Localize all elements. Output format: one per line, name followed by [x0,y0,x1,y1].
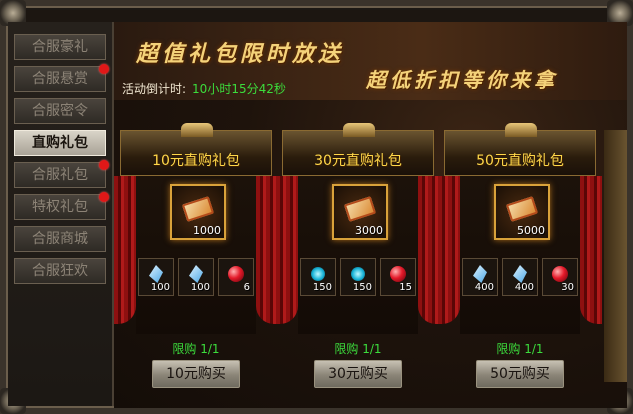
sidebar-item-merge-bounty[interactable]: 合服悬赏 [14,64,109,92]
sidebar-item-direct-purchase[interactable]: 直购礼包 [14,130,106,156]
promo-banner: 超值礼包限时放送 超低折扣等你来拿 活动倒计时: 10小时15分42秒 [114,22,627,100]
card-body: 1000 100 100 6 [136,176,256,334]
sidebar-item-merge-shop[interactable]: 合服商城 [14,226,106,252]
main-item-slot[interactable]: 1000 [170,184,226,240]
item-quantity: 400 [514,282,534,293]
curtain-decoration [276,176,298,324]
pack-title: 50元直购礼包 [476,153,564,169]
item-quantity: 6 [243,282,250,293]
purchase-limit: 限购 1/1 [496,342,544,356]
notification-dot [99,192,109,202]
sidebar-item-label: 直购礼包 [32,135,88,151]
item-quantity: 150 [352,282,372,293]
gift-pack-card: 30元直购礼包 3000 150 150 15 限购 1/1 30元购买 [276,123,440,388]
reward-item-slot[interactable]: 150 [340,258,376,296]
blue-crystal-icon [473,265,487,283]
notification-dot [99,64,109,74]
curtain-decoration [438,176,460,324]
sidebar-item-label: 合服礼包 [32,167,88,183]
sidebar-item-merge-order[interactable]: 合服密令 [14,98,106,124]
blue-crystal-icon [189,265,203,283]
teal-orb-icon [311,267,325,281]
sidebar-item-label: 合服悬赏 [32,71,88,87]
sidebar-item-merge-carnival[interactable]: 合服狂欢 [14,258,106,284]
reward-item-slot[interactable]: 400 [502,258,538,296]
red-orb-icon [228,266,244,282]
buy-button[interactable]: 30元购买 [314,360,402,388]
gold-ticket-icon [505,196,539,222]
gold-ticket-icon [181,196,215,222]
main-panel: 超值礼包限时放送 超低折扣等你来拿 活动倒计时: 10小时15分42秒 10元直购… [114,22,627,408]
purchase-limit: 限购 1/1 [334,342,382,356]
sidebar-item-label: 合服狂欢 [32,263,88,279]
card-body: 3000 150 150 15 [298,176,418,334]
item-quantity: 150 [312,282,332,293]
sidebar-item-label: 合服豪礼 [32,39,88,55]
reward-item-slot[interactable]: 150 [300,258,336,296]
purchase-limit: 限购 1/1 [172,342,220,356]
banner-subtitle: 超低折扣等你来拿 [366,68,558,92]
pack-title: 10元直购礼包 [152,153,240,169]
gift-pack-card: 50元直购礼包 5000 400 400 30 限购 1/1 50元购买 [438,123,602,388]
sidebar-item-label: 合服商城 [32,231,88,247]
gold-ticket-icon [343,196,377,222]
gift-pack-card: 10元直购礼包 1000 100 100 6 限购 1/1 10元购买 [114,123,278,388]
reward-item-slot[interactable]: 15 [380,258,416,296]
notification-dot [99,160,109,170]
buy-button[interactable]: 50元购买 [476,360,564,388]
blue-crystal-icon [513,265,527,283]
blue-crystal-icon [149,265,163,283]
reward-item-slot[interactable]: 30 [542,258,578,296]
sidebar-item-merge-pack[interactable]: 合服礼包 [14,160,109,188]
crest-ornament [505,123,537,137]
red-orb-icon [552,266,568,282]
pack-title: 30元直购礼包 [314,153,402,169]
item-quantity: 15 [399,282,412,293]
curtain-decoration [114,176,136,324]
reward-item-slot[interactable]: 100 [138,258,174,296]
countdown-label: 活动倒计时: [122,82,187,96]
reward-item-slot[interactable]: 100 [178,258,214,296]
item-quantity: 400 [474,282,494,293]
sidebar: 合服豪礼 合服悬赏 合服密令 直购礼包 合服礼包 特权礼包 合服商城 合服狂欢 [8,22,114,406]
item-quantity: 100 [190,282,210,293]
buy-button[interactable]: 10元购买 [152,360,240,388]
crest-ornament [343,123,375,137]
sidebar-item-merge-gift[interactable]: 合服豪礼 [14,34,106,60]
reward-item-slot[interactable]: 6 [218,258,254,296]
item-quantity: 3000 [355,224,383,237]
card-body: 5000 400 400 30 [460,176,580,334]
sidebar-item-privilege-pack[interactable]: 特权礼包 [14,192,109,220]
curtain-decoration [418,176,440,324]
crest-ornament [181,123,213,137]
countdown-value: 10小时15分42秒 [192,82,286,96]
item-quantity: 100 [150,282,170,293]
curtain-decoration [580,176,602,324]
item-quantity: 30 [561,282,574,293]
item-quantity: 5000 [517,224,545,237]
teal-orb-icon [351,267,365,281]
banner-title: 超值礼包限时放送 [136,41,345,67]
curtain-decoration [256,176,278,324]
red-orb-icon [390,266,406,282]
next-card-edge [604,130,627,382]
sidebar-item-label: 特权礼包 [32,199,88,215]
main-item-slot[interactable]: 3000 [332,184,388,240]
reward-item-slot[interactable]: 400 [462,258,498,296]
item-quantity: 1000 [193,224,221,237]
sidebar-item-label: 合服密令 [32,103,88,119]
main-item-slot[interactable]: 5000 [494,184,550,240]
countdown: 活动倒计时: 10小时15分42秒 [122,80,286,97]
